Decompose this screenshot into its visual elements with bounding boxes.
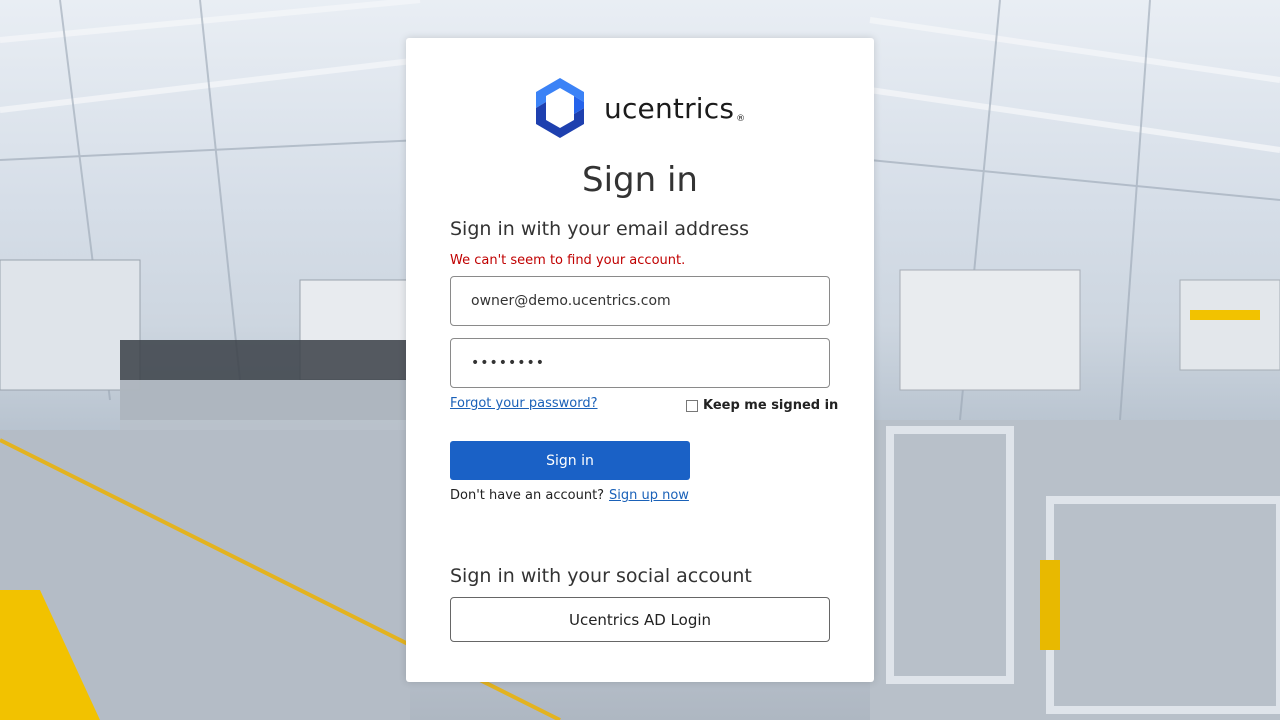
keep-signed-in-label: Keep me signed in — [703, 398, 839, 413]
sign-up-link[interactable]: Sign up now — [609, 488, 689, 503]
brand-logo: ucentrics ® — [532, 78, 745, 138]
password-value: •••••••• — [471, 355, 546, 371]
page-title: Sign in — [582, 160, 698, 200]
keep-signed-in[interactable]: Keep me signed in — [686, 398, 838, 413]
forgot-password-link[interactable]: Forgot your password? — [450, 396, 598, 411]
keep-signed-in-checkbox[interactable] — [686, 399, 698, 412]
brand-name: ucentrics ® — [604, 91, 746, 125]
sign-in-card: ucentrics ® Sign in Sign in with your ema… — [406, 38, 874, 682]
email-value: owner@demo.ucentrics.com — [471, 293, 671, 309]
registered-mark: ® — [736, 113, 746, 124]
social-section-title: Sign in with your social account — [450, 565, 752, 587]
sign-in-button[interactable]: Sign in — [450, 441, 690, 480]
no-account-text: Don't have an account? — [450, 488, 605, 503]
ad-login-button[interactable]: Ucentrics AD Login — [450, 597, 830, 642]
email-field[interactable]: owner@demo.ucentrics.com — [450, 276, 830, 326]
email-section-title: Sign in with your email address — [450, 218, 750, 240]
error-message: We can't seem to find your account. — [450, 253, 686, 268]
ucentrics-logo-icon — [536, 78, 584, 138]
password-field[interactable]: •••••••• — [450, 338, 830, 388]
